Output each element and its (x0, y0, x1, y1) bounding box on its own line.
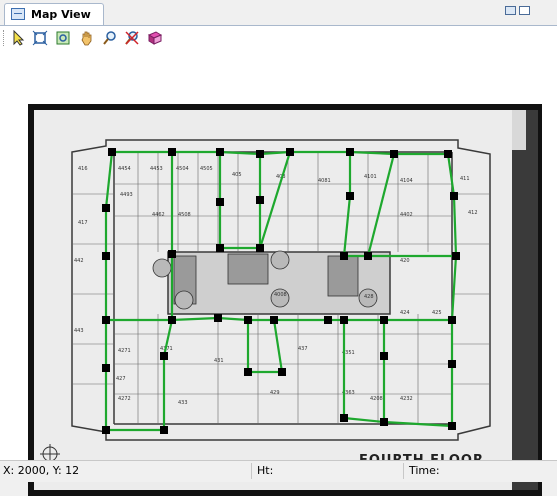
room-label: 443 (74, 328, 84, 334)
room-label: 4402 (400, 212, 413, 218)
route-node[interactable] (160, 426, 168, 434)
room-label: 425 (432, 310, 442, 316)
room-label: 424 (400, 310, 410, 316)
route-node[interactable] (346, 148, 354, 156)
status-bar: X: 2000, Y: 12 Ht: Time: (0, 460, 557, 482)
route-node[interactable] (450, 192, 458, 200)
route-node[interactable] (346, 192, 354, 200)
route-node[interactable] (364, 252, 372, 260)
room-label: 405 (232, 172, 242, 178)
route-node[interactable] (380, 316, 388, 324)
route-node[interactable] (278, 368, 286, 376)
room-label: 427 (116, 376, 126, 382)
clear-tool-icon[interactable] (123, 29, 141, 47)
room-label: 437 (298, 346, 308, 352)
route-node[interactable] (216, 244, 224, 252)
tab-label: Map View (31, 8, 91, 21)
room-label: 412 (468, 210, 478, 216)
status-separator (251, 463, 252, 479)
close-window-button[interactable] (519, 6, 530, 15)
select-tool-icon[interactable] (10, 29, 28, 47)
title-bar: Map View (0, 0, 557, 26)
pan-hand-tool-icon[interactable] (78, 29, 96, 47)
room-label: 4101 (364, 174, 377, 180)
time-label: Time: (409, 464, 440, 477)
zoom-tool-icon[interactable] (101, 29, 119, 47)
floor-plan-svg: 416 4454 4453 4504 4505405 403408141014104 411… (34, 110, 538, 490)
room-label: 428 (364, 294, 374, 300)
room-label: 411 (460, 176, 470, 182)
status-separator (403, 463, 404, 479)
route-node[interactable] (448, 422, 456, 430)
room-label: 4208 (370, 396, 383, 402)
route-node[interactable] (160, 352, 168, 360)
route-node[interactable] (324, 316, 332, 324)
route-node[interactable] (444, 150, 452, 158)
route-node[interactable] (102, 204, 110, 212)
route-node[interactable] (340, 252, 348, 260)
route-node[interactable] (216, 198, 224, 206)
route-node[interactable] (168, 250, 176, 258)
route-node[interactable] (214, 314, 222, 322)
room-label: 4462 (152, 212, 165, 218)
zoom-extent-tool-icon[interactable] (54, 29, 72, 47)
floor-plan-map[interactable]: 416 4454 4453 4504 4505 405 403 4081 4101 4104 411… (28, 104, 542, 496)
route-node[interactable] (102, 426, 110, 434)
route-node[interactable] (256, 244, 264, 252)
route-node[interactable] (244, 368, 252, 376)
restore-window-button[interactable] (505, 6, 516, 15)
room-label: 4454 (118, 166, 131, 172)
room-label: 4008 (274, 292, 287, 298)
map-toolbar (0, 25, 557, 51)
room-label: 4272 (118, 396, 131, 402)
route-node[interactable] (108, 148, 116, 156)
route-node[interactable] (390, 150, 398, 158)
route-node[interactable] (286, 148, 294, 156)
room-label: 4504 (176, 166, 189, 172)
room-label: 4508 (178, 212, 191, 218)
map-view-tab[interactable]: Map View (4, 3, 104, 26)
toolbar-grip[interactable] (3, 30, 6, 46)
map-view-icon (11, 8, 25, 20)
route-node[interactable] (168, 148, 176, 156)
room-label: 4104 (400, 178, 413, 184)
route-node[interactable] (448, 360, 456, 368)
route-node[interactable] (256, 196, 264, 204)
room-label: 4453 (150, 166, 163, 172)
room-label: 431 (214, 358, 224, 364)
layers-book-tool-icon[interactable] (146, 29, 164, 47)
room-label: 4505 (200, 166, 213, 172)
fit-extent-tool-icon[interactable] (31, 29, 49, 47)
room-label: 4271 (118, 348, 131, 354)
room-label: 4081 (318, 178, 331, 184)
room-label: 442 (74, 258, 84, 264)
route-node[interactable] (340, 414, 348, 422)
room-label: 420 (400, 258, 410, 264)
route-node[interactable] (256, 150, 264, 158)
route-node[interactable] (102, 316, 110, 324)
room-label: 416 (78, 166, 88, 172)
room-label: 429 (270, 390, 280, 396)
route-node[interactable] (216, 148, 224, 156)
route-node[interactable] (270, 316, 278, 324)
room-label: 417 (78, 220, 88, 226)
room-label: 4232 (400, 396, 413, 402)
route-node[interactable] (102, 364, 110, 372)
route-node[interactable] (448, 316, 456, 324)
map-workspace: 416 4454 4453 4504 4505 405 403 4081 4101 4104 411… (0, 50, 557, 496)
room-label: 433 (178, 400, 188, 406)
route-node[interactable] (340, 316, 348, 324)
route-node[interactable] (102, 252, 110, 260)
coordinates-readout: X: 2000, Y: 12 (3, 464, 80, 477)
route-node[interactable] (244, 316, 252, 324)
room-label: 4493 (120, 192, 133, 198)
height-label: Ht: (257, 464, 274, 477)
route-node[interactable] (380, 418, 388, 426)
route-node[interactable] (168, 316, 176, 324)
route-node[interactable] (380, 352, 388, 360)
route-node[interactable] (452, 252, 460, 260)
